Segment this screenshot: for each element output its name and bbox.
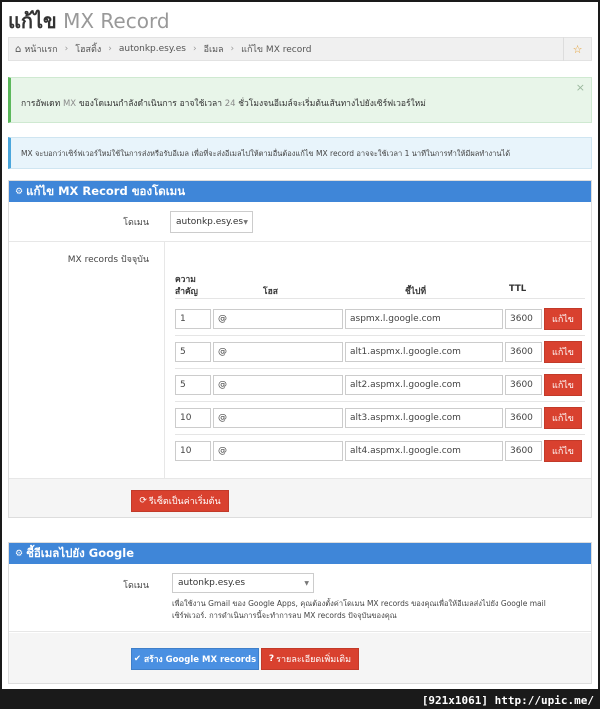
col-target-header: ชี้ไปที่ <box>405 287 427 297</box>
priority-input[interactable]: 10 <box>175 441 211 461</box>
edit-record-button[interactable]: แก้ไข <box>544 341 582 363</box>
edit-record-button[interactable]: แก้ไข <box>544 407 582 429</box>
panel-footer: ⟳ รีเซ็ตเป็นค่าเริ่มต้น <box>9 479 591 517</box>
records-row: MX records ปัจจุบัน ความ สำคัญ โฮส ชี้ไป… <box>9 242 591 479</box>
title-light: MX Record <box>63 9 170 33</box>
priority-input[interactable]: 10 <box>175 408 211 428</box>
panel-footer: ✔ สร้าง Google MX records ? รายละเอียดเพ… <box>9 633 591 683</box>
breadcrumb-domain[interactable]: autonkp.esy.es <box>119 44 186 54</box>
target-input[interactable]: alt3.aspmx.l.google.com <box>345 408 503 428</box>
more-details-button[interactable]: ? รายละเอียดเพิ่มเติม <box>261 648 359 670</box>
breadcrumb-separator: › <box>108 44 112 54</box>
breadcrumb-home[interactable]: หน้าแรก <box>24 42 57 56</box>
domain-label: โดเมน <box>123 218 149 228</box>
domain-select-value: autonkp.esy.es <box>178 578 246 588</box>
edit-record-button[interactable]: แก้ไข <box>544 374 582 396</box>
target-input[interactable]: alt4.aspmx.l.google.com <box>345 441 503 461</box>
alert-text: การอัพเดท <box>21 99 61 109</box>
domain-row: โดเมน autonkp.esy.es ▼ <box>9 202 591 242</box>
priority-input[interactable]: 5 <box>175 342 211 362</box>
target-input[interactable]: aspmx.l.google.com <box>345 309 503 329</box>
alert-text: ชั่วโมงจนอีเมล์จะเริ่มต้นเส้นทางไปยังเซิ… <box>238 99 426 109</box>
success-alert: การอัพเดท MX ของโดเมนกำลังดำเนินการ อาจใ… <box>8 77 592 123</box>
priority-input[interactable]: 1 <box>175 309 211 329</box>
breadcrumb-separator: › <box>230 44 235 54</box>
edit-record-button[interactable]: แก้ไข <box>544 308 582 330</box>
ttl-input[interactable]: 3600 <box>505 441 542 461</box>
alert-mx: MX <box>62 99 77 109</box>
chevron-down-icon: ▼ <box>243 218 248 226</box>
google-domain-row: โดเมน autonkp.esy.es ▼ เพื่อใช้งาน Gmail… <box>9 564 591 632</box>
domain-label: โดเมน <box>123 581 149 591</box>
cogs-icon: ⚙ <box>15 186 24 197</box>
star-icon: ☆ <box>572 42 583 56</box>
domain-select[interactable]: autonkp.esy.es ▼ <box>170 211 253 233</box>
reset-default-button[interactable]: ⟳ รีเซ็ตเป็นค่าเริ่มต้น <box>131 490 229 512</box>
host-input[interactable]: @ <box>213 309 343 329</box>
divider <box>175 401 585 402</box>
page-frame: แก้ไข MX Record ⌂ หน้าแรก › โฮสติ้ง › au… <box>2 2 598 689</box>
divider <box>175 335 585 336</box>
breadcrumb-current: แก้ไข MX record <box>241 45 312 55</box>
question-icon: ? <box>268 654 275 664</box>
google-domain-select[interactable]: autonkp.esy.es ▼ <box>172 573 314 593</box>
reset-default-label: รีเซ็ตเป็นค่าเริ่มต้น <box>148 497 221 507</box>
ttl-input[interactable]: 3600 <box>505 342 542 362</box>
google-mx-panel: ⚙ ชี้อีเมลไปยัง Google โดเมน autonkp.esy… <box>8 542 592 684</box>
create-google-mx-button[interactable]: ✔ สร้าง Google MX records <box>131 648 259 670</box>
page-title: แก้ไข MX Record <box>8 5 170 37</box>
panel-title: ชี้อีเมลไปยัง Google <box>26 545 135 560</box>
alert-hours: 24 <box>224 99 236 109</box>
google-help-text: เพื่อใช้งาน Gmail ของ Google Apps, คุณต้… <box>172 598 546 622</box>
target-input[interactable]: alt1.aspmx.l.google.com <box>345 342 503 362</box>
host-input[interactable]: @ <box>213 375 343 395</box>
target-input[interactable]: alt2.aspmx.l.google.com <box>345 375 503 395</box>
domain-select-value: autonkp.esy.es <box>176 217 244 227</box>
col-ttl-header: TTL <box>509 284 527 294</box>
panel-title: แก้ไข MX Record ของโดเมน <box>26 183 186 198</box>
breadcrumb-separator: › <box>192 44 197 54</box>
refresh-icon: ⟳ <box>139 496 147 506</box>
host-input[interactable]: @ <box>213 408 343 428</box>
chevron-down-icon: ▼ <box>304 579 309 587</box>
edit-record-button[interactable]: แก้ไข <box>544 440 582 462</box>
col-host-header: โฮส <box>263 287 278 297</box>
info-alert: MX จะบอกว่าเซิร์ฟเวอร์ใหม่ใช้ในการส่งหรื… <box>8 137 592 169</box>
priority-input[interactable]: 5 <box>175 375 211 395</box>
ttl-input[interactable]: 3600 <box>505 408 542 428</box>
cogs-icon: ⚙ <box>15 548 24 559</box>
host-input[interactable]: @ <box>213 342 343 362</box>
records-label: MX records ปัจจุบัน <box>67 255 149 265</box>
close-icon[interactable]: × <box>576 81 585 94</box>
host-input[interactable]: @ <box>213 441 343 461</box>
col-priority-header: สำคัญ <box>175 287 198 297</box>
divider <box>164 242 165 478</box>
favorite-button[interactable]: ☆ <box>563 37 591 61</box>
help-line: เซิร์ฟเวอร์. การดำเนินการนี้จะทำการลบ MX… <box>172 611 397 620</box>
info-text: MX จะบอกว่าเซิร์ฟเวอร์ใหม่ใช้ในการส่งหรื… <box>21 149 511 158</box>
breadcrumb-separator: › <box>64 44 69 54</box>
panel-heading: ⚙ ชี้อีเมลไปยัง Google <box>9 543 591 564</box>
panel-heading: ⚙ แก้ไข MX Record ของโดเมน <box>9 181 591 202</box>
breadcrumb-email[interactable]: อีเมล <box>204 42 224 56</box>
watermark-text: [921x1061] http://upic.me/ <box>421 694 594 707</box>
edit-mx-panel: ⚙ แก้ไข MX Record ของโดเมน โดเมน autonkp… <box>8 180 592 518</box>
ttl-input[interactable]: 3600 <box>505 309 542 329</box>
more-details-label: รายละเอียดเพิ่มเติม <box>276 655 352 665</box>
divider <box>175 368 585 369</box>
divider <box>175 434 585 435</box>
title-bold: แก้ไข <box>8 9 57 33</box>
alert-text: ของโดเมนกำลังดำเนินการ อาจใช้เวลา <box>78 99 223 109</box>
check-icon: ✔ <box>133 654 141 664</box>
home-icon: ⌂ <box>15 43 22 55</box>
create-google-mx-label: สร้าง Google MX records <box>143 655 257 665</box>
breadcrumb-hosting[interactable]: โฮสติ้ง <box>75 42 101 56</box>
ttl-input[interactable]: 3600 <box>505 375 542 395</box>
help-line: เพื่อใช้งาน Gmail ของ Google Apps, คุณต้… <box>172 599 546 608</box>
breadcrumb: ⌂ หน้าแรก › โฮสติ้ง › autonkp.esy.es › อ… <box>8 37 592 61</box>
divider <box>175 298 585 299</box>
